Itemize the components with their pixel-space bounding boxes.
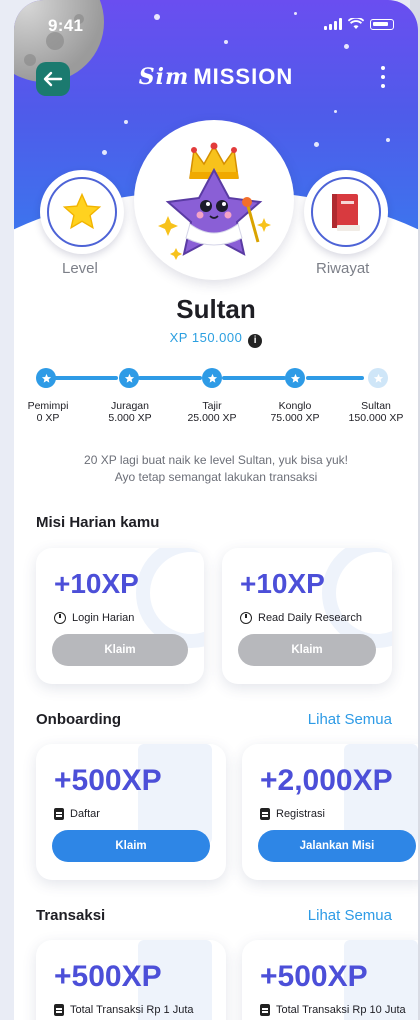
status-icons bbox=[324, 18, 394, 30]
mission-card-daftar: +500XP Daftar Klaim bbox=[36, 744, 226, 880]
star-icon bbox=[124, 373, 134, 383]
level-label-konglo: Konglo 75.000 XP bbox=[270, 400, 320, 424]
onboarding-title: Onboarding bbox=[36, 711, 121, 728]
level-label-pemimpi: Pemimpi 0 XP bbox=[27, 400, 69, 424]
mission-card-transaksi-1jt: +500XP Total Transaksi Rp 1 Juta bbox=[36, 940, 226, 1020]
level-node-pemimpi bbox=[36, 368, 56, 388]
daily-missions-title: Misi Harian kamu bbox=[36, 514, 160, 531]
mission-card-login: +10XP Login Harian Klaim bbox=[36, 548, 204, 684]
level-label: Level bbox=[62, 260, 98, 277]
mission-label: Total Transaksi Rp 10 Juta bbox=[260, 1004, 406, 1016]
document-icon bbox=[54, 808, 64, 820]
status-time: 9:41 bbox=[48, 16, 84, 35]
clock-icon bbox=[240, 612, 252, 624]
star-icon bbox=[373, 373, 383, 383]
star-icon bbox=[62, 192, 102, 230]
logo-prefix: Sim bbox=[138, 64, 190, 90]
mission-label: Total Transaksi Rp 1 Juta bbox=[54, 1004, 194, 1016]
crowned-star-mascot-icon bbox=[158, 142, 271, 260]
onboarding-see-all-link[interactable]: Lihat Semua bbox=[308, 711, 392, 728]
mission-card-research: +10XP Read Daily Research Klaim bbox=[222, 548, 392, 684]
app-screen: 9:41 Sim MISSION Level Riwayat Sultan XP… bbox=[14, 0, 418, 1020]
level-node-tajir bbox=[202, 368, 222, 388]
history-label: Riwayat bbox=[316, 260, 370, 277]
info-icon[interactable]: i bbox=[248, 334, 263, 348]
level-label-juragan: Juragan 5.000 XP bbox=[108, 400, 152, 424]
more-menu-button[interactable] bbox=[378, 66, 388, 88]
mission-card-registrasi: +2,000XP Registrasi Jalankan Misi bbox=[242, 744, 418, 880]
sultan-mascot-badge bbox=[134, 120, 294, 280]
book-icon bbox=[332, 194, 360, 231]
star-icon bbox=[207, 373, 217, 383]
mission-xp: +10XP bbox=[54, 568, 139, 599]
level-progress-segment bbox=[222, 376, 286, 380]
clock-icon bbox=[54, 612, 66, 624]
level-progress-segment bbox=[54, 376, 118, 380]
level-progress-segment bbox=[138, 376, 202, 380]
current-xp: XP 150.000 i bbox=[14, 330, 418, 348]
transaction-title: Transaksi bbox=[36, 907, 106, 924]
xp-value: XP 150.000 bbox=[169, 330, 243, 345]
claim-button[interactable]: Klaim bbox=[238, 634, 376, 666]
mission-label: Daftar bbox=[54, 808, 100, 820]
mission-label: Read Daily Research bbox=[240, 612, 362, 624]
level-label-tajir: Tajir 25.000 XP bbox=[187, 400, 237, 424]
level-label-sultan: Sultan 150.000 XP bbox=[348, 400, 404, 424]
mission-label: Login Harian bbox=[54, 612, 134, 624]
level-node-konglo bbox=[285, 368, 305, 388]
level-node-juragan bbox=[119, 368, 139, 388]
mission-xp: +500XP bbox=[54, 764, 162, 797]
document-icon bbox=[260, 808, 270, 820]
run-mission-button[interactable]: Jalankan Misi bbox=[258, 830, 416, 862]
claim-button[interactable]: Klaim bbox=[52, 634, 188, 666]
document-icon bbox=[54, 1004, 64, 1016]
level-up-notice: 20 XP lagi buat naik ke level Sultan, yu… bbox=[84, 453, 348, 484]
level-node-sultan bbox=[368, 368, 388, 388]
app-logo: Sim MISSION bbox=[14, 64, 418, 90]
level-badge[interactable] bbox=[40, 170, 124, 254]
claim-button[interactable]: Klaim bbox=[52, 830, 210, 862]
wifi-icon bbox=[348, 18, 364, 29]
mission-label: Registrasi bbox=[260, 808, 325, 820]
document-icon bbox=[260, 1004, 270, 1016]
level-progress-segment bbox=[306, 376, 364, 380]
signal-icon bbox=[324, 18, 342, 30]
star-icon bbox=[290, 373, 300, 383]
transaction-see-all-link[interactable]: Lihat Semua bbox=[308, 907, 392, 924]
mission-xp: +500XP bbox=[260, 960, 368, 993]
mission-card-transaksi-10jt: +500XP Total Transaksi Rp 10 Juta bbox=[242, 940, 418, 1020]
current-level-title: Sultan bbox=[176, 294, 256, 324]
mission-xp: +10XP bbox=[240, 568, 325, 599]
battery-icon bbox=[370, 18, 394, 30]
mission-xp: +500XP bbox=[54, 960, 162, 993]
star-icon bbox=[41, 373, 51, 383]
mission-xp: +2,000XP bbox=[260, 764, 393, 797]
history-badge[interactable] bbox=[304, 170, 388, 254]
logo-main: MISSION bbox=[193, 64, 294, 89]
